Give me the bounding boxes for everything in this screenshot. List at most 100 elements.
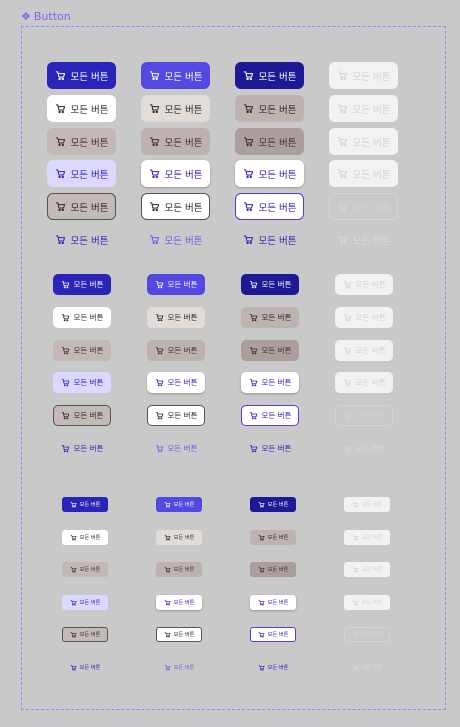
button-label: 모든 버튼 [355, 346, 386, 355]
cart-icon [337, 103, 348, 114]
cart-icon [352, 664, 359, 671]
cart-icon [164, 566, 171, 573]
lg-text-default-button[interactable]: 모든 버튼 [47, 226, 116, 253]
md-outline-default-button[interactable]: 모든 버튼 [53, 405, 111, 426]
button-label: 모든 버튼 [258, 169, 297, 181]
sm-white-default-button[interactable]: 모든 버튼 [62, 530, 108, 545]
lg-outline-hover-button[interactable]: 모든 버튼 [141, 193, 210, 220]
lg-text-active-button[interactable]: 모든 버튼 [235, 226, 304, 253]
sm-text-hover-button[interactable]: 모든 버튼 [156, 660, 202, 675]
lg-tint-active-button[interactable]: 모든 버튼 [235, 160, 304, 187]
md-white-default-button[interactable]: 모든 버튼 [53, 307, 111, 328]
cart-icon [155, 378, 164, 387]
sm-outline-disabled-button: 모든 버튼 [344, 627, 390, 642]
button-label: 모든 버튼 [258, 71, 297, 83]
sm-muted-default-button[interactable]: 모든 버튼 [62, 562, 108, 577]
md-outline-hover-button[interactable]: 모든 버튼 [147, 405, 205, 426]
button-label: 모든 버튼 [164, 202, 203, 214]
sm-text-active-button[interactable]: 모든 버튼 [250, 660, 296, 675]
cart-icon [243, 234, 254, 245]
md-muted-active-button[interactable]: 모든 버튼 [241, 340, 299, 361]
sm-tint-default-button[interactable]: 모든 버튼 [62, 595, 108, 610]
button-label: 모든 버튼 [164, 169, 203, 181]
button-label: 모든 버튼 [173, 567, 195, 573]
cart-icon [149, 70, 160, 81]
md-text-hover-button[interactable]: 모든 버튼 [147, 438, 205, 459]
sm-muted-active-button[interactable]: 모든 버튼 [250, 562, 296, 577]
cart-icon [249, 346, 258, 355]
button-label: 모든 버튼 [167, 280, 198, 289]
lg-white-active-button[interactable]: 모든 버튼 [235, 95, 304, 122]
lg-tint-default-button[interactable]: 모든 버튼 [47, 160, 116, 187]
lg-tint-hover-button[interactable]: 모든 버튼 [141, 160, 210, 187]
md-white-hover-button[interactable]: 모든 버튼 [147, 307, 205, 328]
sm-white-active-button[interactable]: 모든 버튼 [250, 530, 296, 545]
sm-white-hover-button[interactable]: 모든 버튼 [156, 530, 202, 545]
md-primary-default-button[interactable]: 모든 버튼 [53, 274, 111, 295]
cart-icon [61, 411, 70, 420]
md-primary-disabled-button: 모든 버튼 [335, 274, 393, 295]
lg-white-hover-button[interactable]: 모든 버튼 [141, 95, 210, 122]
sm-tint-hover-button[interactable]: 모든 버튼 [156, 595, 202, 610]
lg-outline-default-button[interactable]: 모든 버튼 [47, 193, 116, 220]
sm-primary-disabled-button: 모든 버튼 [344, 497, 390, 512]
cart-icon [343, 313, 352, 322]
sm-primary-active-button[interactable]: 모든 버튼 [250, 497, 296, 512]
md-text-default-button[interactable]: 모든 버튼 [53, 438, 111, 459]
button-label: 모든 버튼 [70, 137, 109, 149]
sm-tint-active-button[interactable]: 모든 버튼 [250, 595, 296, 610]
cart-icon [352, 501, 359, 508]
lg-primary-default-button[interactable]: 모든 버튼 [47, 62, 116, 89]
md-muted-hover-button[interactable]: 모든 버튼 [147, 340, 205, 361]
button-label: 모든 버튼 [352, 169, 391, 181]
md-primary-active-button[interactable]: 모든 버튼 [241, 274, 299, 295]
md-tint-default-button[interactable]: 모든 버튼 [53, 372, 111, 393]
cart-icon [343, 411, 352, 420]
button-label: 모든 버튼 [258, 137, 297, 149]
cart-icon [155, 411, 164, 420]
cart-icon [164, 534, 171, 541]
md-outline-active-button[interactable]: 모든 버튼 [241, 405, 299, 426]
lg-outline-active-button[interactable]: 모든 버튼 [235, 193, 304, 220]
button-label: 모든 버튼 [361, 567, 383, 573]
md-primary-hover-button[interactable]: 모든 버튼 [147, 274, 205, 295]
sm-primary-hover-button[interactable]: 모든 버튼 [156, 497, 202, 512]
sm-muted-hover-button[interactable]: 모든 버튼 [156, 562, 202, 577]
lg-primary-active-button[interactable]: 모든 버튼 [235, 62, 304, 89]
button-label: 모든 버튼 [261, 411, 292, 420]
md-white-disabled-button: 모든 버튼 [335, 307, 393, 328]
lg-muted-active-button[interactable]: 모든 버튼 [235, 128, 304, 155]
lg-muted-hover-button[interactable]: 모든 버튼 [141, 128, 210, 155]
cart-icon [164, 599, 171, 606]
md-text-active-button[interactable]: 모든 버튼 [241, 438, 299, 459]
sm-outline-active-button[interactable]: 모든 버튼 [250, 627, 296, 642]
lg-text-hover-button[interactable]: 모든 버튼 [141, 226, 210, 253]
button-label: 모든 버튼 [261, 313, 292, 322]
button-label: 모든 버튼 [267, 600, 289, 606]
md-tint-active-button[interactable]: 모든 버튼 [241, 372, 299, 393]
button-label: 모든 버튼 [361, 665, 383, 671]
sm-outline-hover-button[interactable]: 모든 버튼 [156, 627, 202, 642]
cart-icon [337, 201, 348, 212]
cart-icon [337, 136, 348, 147]
button-label: 모든 버튼 [79, 502, 101, 508]
lg-primary-hover-button[interactable]: 모든 버튼 [141, 62, 210, 89]
lg-white-default-button[interactable]: 모든 버튼 [47, 95, 116, 122]
sm-text-default-button[interactable]: 모든 버튼 [62, 660, 108, 675]
md-muted-default-button[interactable]: 모든 버튼 [53, 340, 111, 361]
lg-tint-disabled-button: 모든 버튼 [329, 160, 398, 187]
sm-text-disabled-button: 모든 버튼 [344, 660, 390, 675]
lg-muted-default-button[interactable]: 모든 버튼 [47, 128, 116, 155]
cart-icon [155, 444, 164, 453]
button-label: 모든 버튼 [267, 502, 289, 508]
md-tint-hover-button[interactable]: 모든 버튼 [147, 372, 205, 393]
cart-icon [164, 664, 171, 671]
button-label: 모든 버튼 [261, 378, 292, 387]
md-white-active-button[interactable]: 모든 버튼 [241, 307, 299, 328]
button-label: 모든 버튼 [73, 346, 104, 355]
sm-primary-default-button[interactable]: 모든 버튼 [62, 497, 108, 512]
button-label: 모든 버튼 [167, 444, 198, 453]
button-label: 모든 버튼 [352, 104, 391, 116]
button-label: 모든 버튼 [173, 600, 195, 606]
sm-outline-default-button[interactable]: 모든 버튼 [62, 627, 108, 642]
